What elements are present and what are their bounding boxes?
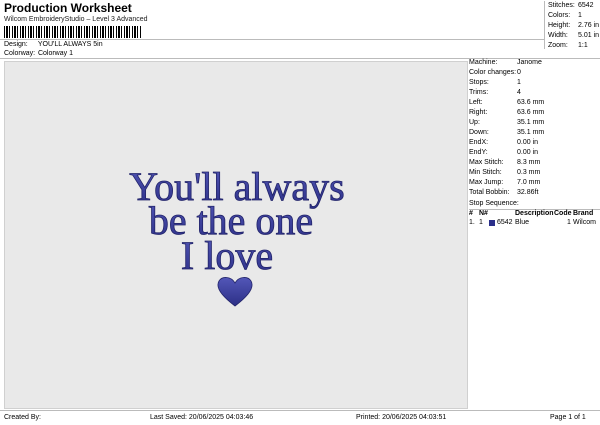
info-max-stitch: Max Stitch: 8.3 mm bbox=[469, 159, 541, 166]
stat-stitches: Stitches: 6542 bbox=[548, 2, 594, 9]
info-stops: Stops: 1 bbox=[469, 79, 521, 86]
info-right: Right: 63.6 mm bbox=[469, 109, 545, 116]
design-row: Design: YOU'LL ALWAYS 5in bbox=[4, 41, 103, 48]
row-n: 1 bbox=[479, 219, 483, 226]
machine-info-panel: Machine: Janome Color changes:0 Stops: 1 T… bbox=[469, 59, 600, 407]
info-min-stitch: Min Stitch: 0.3 mm bbox=[469, 169, 541, 176]
stat-zoom: Zoom: 1:1 bbox=[548, 42, 588, 49]
col-n: N# bbox=[479, 210, 488, 217]
software-subtitle: Wilcom EmbroideryStudio – Level 3 Advanc… bbox=[4, 16, 148, 23]
row-code: 1 bbox=[567, 219, 571, 226]
info-total-bobbin: Total Bobbin: 32.86ft bbox=[469, 189, 539, 196]
barcode bbox=[4, 26, 142, 38]
footer: Created By: Last Saved: 20/06/2025 04:03… bbox=[0, 410, 600, 425]
info-trims: Trims: 4 bbox=[469, 89, 521, 96]
info-endy: EndY: 0.00 in bbox=[469, 149, 539, 156]
row-num: 1. bbox=[469, 219, 475, 226]
col-description: Description bbox=[515, 210, 554, 217]
divider bbox=[0, 39, 544, 40]
design-value: YOU'LL ALWAYS 5in bbox=[37, 41, 103, 48]
row-description: Blue bbox=[515, 219, 530, 226]
info-down: Down: 35.1 mm bbox=[469, 129, 545, 136]
colorway-row: Colorway: Colorway 1 bbox=[4, 50, 73, 57]
footer-last-saved: Last Saved: 20/06/2025 04:03:46 bbox=[150, 414, 254, 421]
info-machine: Machine: Janome bbox=[469, 59, 542, 66]
row-stitches: 6542 bbox=[497, 219, 513, 226]
info-color-changes: Color changes:0 bbox=[469, 69, 521, 76]
colorway-value: Colorway 1 bbox=[37, 50, 73, 57]
info-endx: EndX: 0.00 in bbox=[469, 139, 539, 146]
design-label: Design: bbox=[4, 41, 28, 48]
thread-swatch bbox=[489, 220, 495, 226]
stat-height: Height: 2.76 in bbox=[548, 22, 600, 29]
top-stats-panel: Stitches: 6542 Colors: 1 Height: 2.76 in Wi… bbox=[544, 1, 600, 49]
colorway-label: Colorway: bbox=[4, 50, 36, 57]
design-text-line3: I love bbox=[181, 233, 273, 278]
footer-printed: Printed: 20/06/2025 04:03:51 bbox=[356, 414, 447, 421]
stat-colors: Colors: 1 bbox=[548, 12, 582, 19]
embroidery-preview: You'll always be the one I love bbox=[129, 164, 345, 307]
col-code: Code bbox=[554, 210, 572, 217]
worksheet-title: Production Worksheet bbox=[4, 1, 132, 15]
col-num: # bbox=[469, 210, 473, 217]
footer-created-by: Created By: bbox=[4, 414, 41, 421]
heart-icon bbox=[217, 277, 253, 307]
footer-page: Page 1 of 1 bbox=[550, 414, 586, 421]
info-max-jump: Max Jump: 7.0 mm bbox=[469, 179, 541, 186]
stat-width: Width: 5.01 in bbox=[548, 32, 600, 39]
design-canvas: You'll always be the one I love bbox=[4, 61, 468, 409]
info-up: Up: 35.1 mm bbox=[469, 119, 545, 126]
stop-sequence-label: Stop Sequence: bbox=[469, 200, 519, 207]
info-left: Left: 63.6 mm bbox=[469, 99, 545, 106]
row-brand: Wilcom bbox=[573, 219, 596, 226]
col-brand: Brand bbox=[573, 210, 594, 217]
